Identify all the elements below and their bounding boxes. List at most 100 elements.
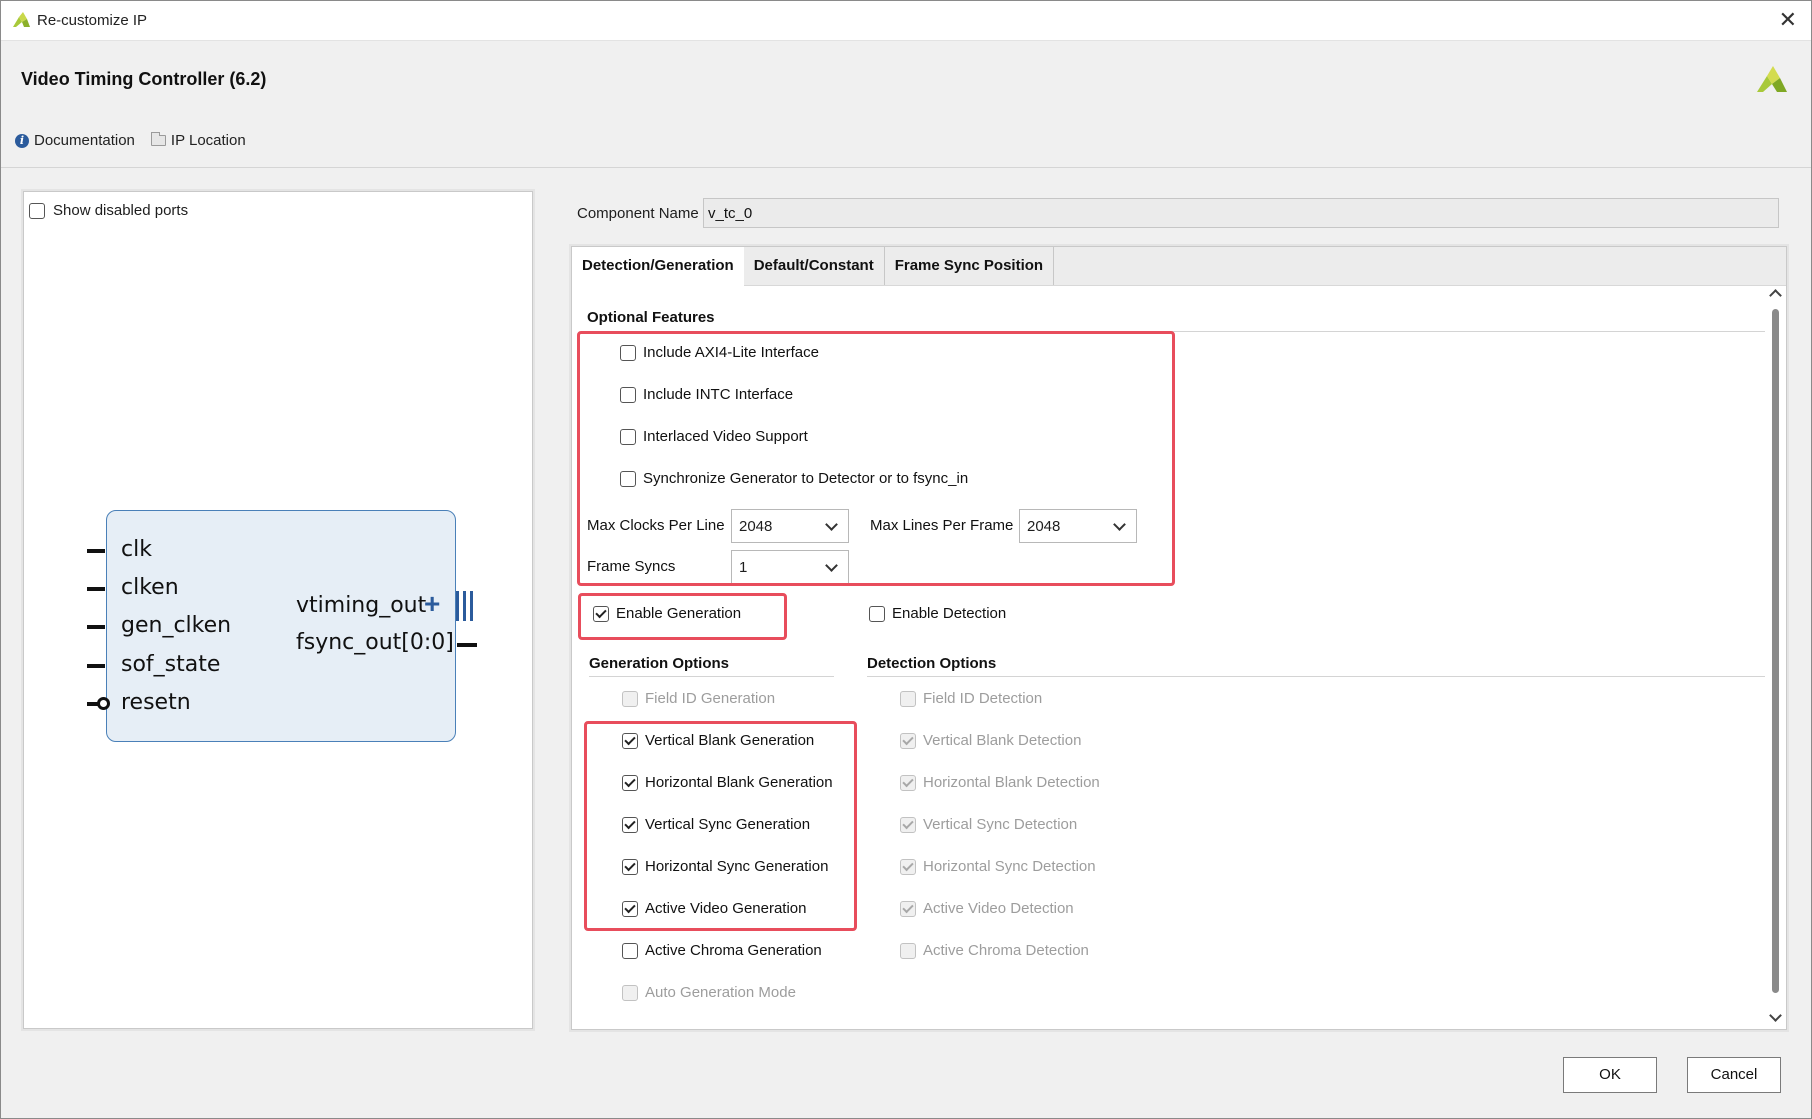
- horizontal-sync-generation-checkbox[interactable]: [622, 858, 638, 875]
- vertical-blank-detection-option[interactable]: Vertical Blank Detection: [900, 732, 1081, 749]
- scroll-down-icon[interactable]: [1769, 1009, 1782, 1022]
- auto-generation-mode-option[interactable]: Auto Generation Mode: [622, 984, 796, 1001]
- active-chroma-generation-option[interactable]: Active Chroma Generation: [622, 942, 822, 959]
- active-chroma-detection-option[interactable]: Active Chroma Detection: [900, 942, 1089, 959]
- ip-symbol-panel: Show disabled ports clk clken gen_clken …: [21, 189, 535, 1031]
- synchronize-generator-option[interactable]: Synchronize Generator to Detector or to …: [620, 470, 968, 487]
- field-id-detection-checkbox[interactable]: [900, 690, 916, 707]
- vertical-blank-generation-checkbox[interactable]: [622, 732, 638, 749]
- pin-clk: [87, 549, 105, 553]
- tab-bar: Detection/Generation Default/Constant Fr…: [572, 247, 1786, 286]
- horizontal-sync-detection-option[interactable]: Horizontal Sync Detection: [900, 858, 1096, 875]
- include-intc-option[interactable]: Include INTC Interface: [620, 386, 793, 403]
- component-name-label: Component Name: [577, 205, 699, 222]
- port-resetn: resetn: [121, 690, 191, 715]
- expand-bus-icon[interactable]: +: [424, 589, 440, 619]
- scrollbar-thumb[interactable]: [1772, 309, 1779, 993]
- synchronize-generator-checkbox[interactable]: [620, 470, 636, 487]
- tab-frame-sync-position[interactable]: Frame Sync Position: [885, 247, 1055, 285]
- enable-generation-option[interactable]: Enable Generation: [593, 605, 741, 622]
- vivado-brand-icon: [1757, 66, 1787, 92]
- documentation-link[interactable]: i Documentation: [15, 132, 135, 149]
- field-id-generation-checkbox[interactable]: [622, 690, 638, 707]
- cancel-button[interactable]: Cancel: [1687, 1057, 1781, 1093]
- horizontal-sync-generation-option[interactable]: Horizontal Sync Generation: [622, 858, 828, 875]
- active-chroma-detection-checkbox[interactable]: [900, 942, 916, 959]
- vertical-scrollbar[interactable]: [1769, 287, 1783, 1027]
- vertical-sync-detection-checkbox[interactable]: [900, 816, 916, 833]
- optional-features-highlight: [577, 331, 1175, 586]
- auto-generation-mode-label: Auto Generation Mode: [645, 984, 796, 1001]
- show-disabled-ports-box[interactable]: [29, 202, 45, 219]
- horizontal-blank-detection-checkbox[interactable]: [900, 774, 916, 791]
- active-video-generation-checkbox[interactable]: [622, 900, 638, 917]
- active-video-detection-option[interactable]: Active Video Detection: [900, 900, 1074, 917]
- ip-title: Video Timing Controller (6.2): [21, 69, 267, 89]
- tab-detection-generation[interactable]: Detection/Generation: [572, 247, 744, 286]
- active-chroma-generation-checkbox[interactable]: [622, 942, 638, 959]
- vertical-sync-generation-option[interactable]: Vertical Sync Generation: [622, 816, 810, 833]
- generation-options-title: Generation Options: [589, 655, 730, 672]
- ok-button[interactable]: OK: [1563, 1057, 1657, 1093]
- scroll-up-icon[interactable]: [1769, 289, 1782, 302]
- documentation-label: Documentation: [34, 132, 135, 149]
- active-video-detection-checkbox[interactable]: [900, 900, 916, 917]
- enable-detection-option[interactable]: Enable Detection: [869, 605, 1006, 622]
- tab-default-constant[interactable]: Default/Constant: [744, 247, 885, 285]
- horizontal-sync-generation-label: Horizontal Sync Generation: [645, 858, 829, 875]
- field-id-generation-option[interactable]: Field ID Generation: [622, 690, 775, 707]
- port-gen-clken: gen_clken: [121, 613, 232, 638]
- field-id-detection-option[interactable]: Field ID Detection: [900, 690, 1042, 707]
- vertical-blank-detection-checkbox[interactable]: [900, 732, 916, 749]
- ip-block-symbol: clk clken gen_clken sof_state resetn vti…: [87, 510, 477, 742]
- vertical-sync-generation-checkbox[interactable]: [622, 816, 638, 833]
- vertical-blank-generation-option[interactable]: Vertical Blank Generation: [622, 732, 814, 749]
- include-intc-checkbox[interactable]: [620, 386, 636, 403]
- vertical-sync-generation-label: Vertical Sync Generation: [645, 816, 811, 833]
- include-axi4-lite-label: Include AXI4-Lite Interface: [643, 344, 819, 361]
- interlaced-video-checkbox[interactable]: [620, 428, 636, 445]
- frame-syncs-label: Frame Syncs: [587, 558, 676, 575]
- pin-fsync-out: [457, 643, 477, 647]
- port-clk: clk: [121, 537, 152, 562]
- auto-generation-mode-checkbox[interactable]: [622, 984, 638, 1001]
- enable-generation-checkbox[interactable]: [593, 605, 609, 622]
- ip-location-link[interactable]: IP Location: [150, 132, 246, 149]
- include-axi4-lite-option[interactable]: Include AXI4-Lite Interface: [620, 344, 819, 361]
- port-sof-state: sof_state: [121, 652, 221, 677]
- enable-detection-checkbox[interactable]: [869, 605, 885, 622]
- active-video-generation-label: Active Video Generation: [645, 900, 807, 917]
- component-name-field: v_tc_0: [703, 198, 1779, 228]
- window-title: Re-customize IP: [37, 12, 148, 29]
- interlaced-video-option[interactable]: Interlaced Video Support: [620, 428, 808, 445]
- horizontal-sync-detection-checkbox[interactable]: [900, 858, 916, 875]
- show-disabled-ports-checkbox[interactable]: Show disabled ports: [29, 202, 188, 219]
- port-fsync-out: fsync_out[0:0]: [296, 630, 454, 655]
- enable-detection-label: Enable Detection: [892, 605, 1007, 622]
- dialog-header: Video Timing Controller (6.2) i Document…: [1, 42, 1811, 168]
- resetn-inversion-bubble-icon: [97, 697, 110, 710]
- horizontal-blank-detection-option[interactable]: Horizontal Blank Detection: [900, 774, 1100, 791]
- active-video-detection-label: Active Video Detection: [923, 900, 1074, 917]
- recustomize-ip-dialog: Re-customize IP ✕ Video Timing Controlle…: [0, 0, 1812, 1119]
- active-video-generation-option[interactable]: Active Video Generation: [622, 900, 807, 917]
- chevron-down-icon: [825, 559, 838, 572]
- horizontal-blank-generation-option[interactable]: Horizontal Blank Generation: [622, 774, 833, 791]
- horizontal-sync-detection-label: Horizontal Sync Detection: [923, 858, 1096, 875]
- max-clocks-dropdown[interactable]: 2048: [731, 509, 849, 543]
- show-disabled-ports-label: Show disabled ports: [53, 202, 189, 219]
- optional-features-title: Optional Features: [587, 309, 715, 326]
- max-lines-value: 2048: [1027, 518, 1061, 535]
- port-clken: clken: [121, 575, 179, 600]
- frame-syncs-dropdown[interactable]: 1: [731, 550, 849, 584]
- active-chroma-generation-label: Active Chroma Generation: [645, 942, 822, 959]
- vertical-blank-generation-label: Vertical Blank Generation: [645, 732, 815, 749]
- header-links: i Documentation IP Location: [15, 132, 262, 149]
- close-icon[interactable]: ✕: [1779, 8, 1797, 32]
- include-axi4-lite-checkbox[interactable]: [620, 344, 636, 361]
- active-chroma-detection-label: Active Chroma Detection: [923, 942, 1089, 959]
- settings-tab-area: Detection/Generation Default/Constant Fr…: [569, 244, 1789, 1032]
- horizontal-blank-generation-checkbox[interactable]: [622, 774, 638, 791]
- vertical-sync-detection-option[interactable]: Vertical Sync Detection: [900, 816, 1077, 833]
- max-lines-dropdown[interactable]: 2048: [1019, 509, 1137, 543]
